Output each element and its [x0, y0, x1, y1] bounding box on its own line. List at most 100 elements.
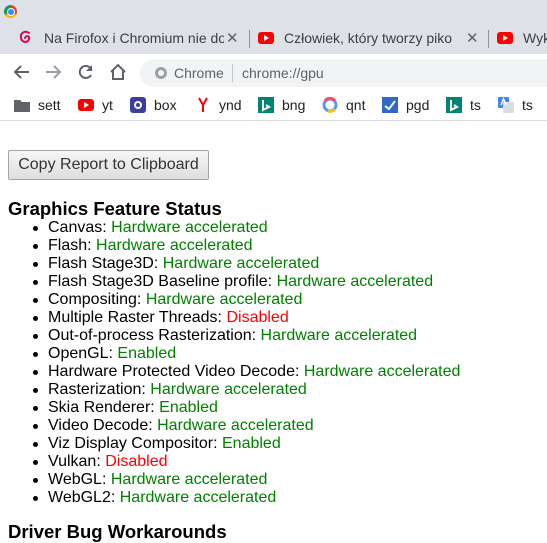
- feature-status: Hardware accelerated: [162, 255, 320, 272]
- feature-item: Vulkan: Disabled: [32, 453, 460, 471]
- feature-name: Canvas:: [48, 219, 107, 236]
- tab-separator: [488, 30, 489, 48]
- bing-icon: [446, 97, 462, 113]
- bookmark-ts[interactable]: ts: [446, 95, 481, 115]
- forward-button[interactable]: [43, 62, 63, 82]
- tab-czlowiek[interactable]: Człowiek, który tworzy piko ✕: [258, 22, 484, 54]
- feature-name: Flash Stage3D Baseline profile:: [48, 273, 273, 290]
- home-button[interactable]: [108, 62, 128, 82]
- feature-status: Hardware accelerated: [111, 219, 268, 236]
- folder-icon: [14, 97, 30, 113]
- feature-item: Flash Stage3D Baseline profile: Hardware…: [32, 273, 460, 291]
- omnibox-separator: [232, 64, 233, 82]
- feature-item: Multiple Raster Threads: Disabled: [32, 309, 460, 327]
- feature-name: Flash:: [48, 237, 92, 254]
- bookmark-label: ynd: [219, 97, 242, 113]
- feature-status: Enabled: [159, 399, 218, 416]
- feature-name: OpenGL:: [48, 345, 113, 362]
- bing-icon: [258, 97, 274, 113]
- title-bar: [0, 0, 547, 22]
- feature-item: Canvas: Hardware accelerated: [32, 219, 460, 237]
- bookmark-label: bng: [282, 97, 306, 113]
- toolbar-divider: [0, 120, 547, 121]
- feature-name: Skia Renderer:: [48, 399, 155, 416]
- feature-item: Flash Stage3D: Hardware accelerated: [32, 255, 460, 273]
- copy-report-button[interactable]: Copy Report to Clipboard: [8, 150, 209, 180]
- feature-item: Out-of-process Rasterization: Hardware a…: [32, 327, 460, 345]
- bookmark-bng[interactable]: bng: [258, 95, 305, 115]
- bookmark-qnt[interactable]: qnt: [322, 95, 365, 115]
- feature-item: Compositing: Hardware accelerated: [32, 291, 460, 309]
- bookmark-label: qnt: [346, 97, 366, 113]
- feature-name: Viz Display Compositor:: [48, 435, 218, 452]
- bookmark-label: box: [154, 97, 177, 113]
- feature-item: Flash: Hardware accelerated: [32, 237, 460, 255]
- tab-firefox-chromium[interactable]: Na Firofox i Chromium nie do ✕: [18, 22, 246, 54]
- debian-icon: [18, 30, 34, 46]
- feature-item: Video Decode: Hardware accelerated: [32, 417, 460, 435]
- feature-name: Multiple Raster Threads:: [48, 309, 222, 326]
- reload-icon: [78, 64, 93, 79]
- feature-status: Hardware accelerated: [119, 489, 277, 506]
- bookmarks-bar: sett yt box ynd bng qnt pgd ts ts: [0, 90, 547, 120]
- feature-item: OpenGL: Enabled: [32, 345, 460, 363]
- reload-button[interactable]: [76, 62, 96, 82]
- bookmark-label: ts: [470, 97, 481, 113]
- feature-item: Viz Display Compositor: Enabled: [32, 435, 460, 453]
- bookmark-label: pgd: [406, 97, 430, 113]
- feature-status: Enabled: [117, 345, 177, 362]
- feature-name: Out-of-process Rasterization:: [48, 327, 257, 344]
- translate-icon: [498, 97, 514, 113]
- feature-status: Hardware accelerated: [157, 417, 314, 434]
- youtube-icon: [78, 97, 94, 113]
- feature-status: Disabled: [105, 453, 168, 470]
- bookmark-label: yt: [102, 97, 113, 113]
- back-arrow-icon: [13, 65, 29, 79]
- bookmark-box[interactable]: box: [130, 95, 177, 115]
- feature-status: Enabled: [222, 435, 281, 452]
- tab-wyk[interactable]: Wyk: [497, 22, 547, 54]
- close-tab-icon[interactable]: ✕: [466, 29, 479, 47]
- feature-name: Vulkan:: [48, 453, 101, 470]
- tab-title: Wyk: [523, 30, 547, 46]
- feature-item: WebGL: Hardware accelerated: [32, 471, 460, 489]
- feature-item: Rasterization: Hardware accelerated: [32, 381, 460, 399]
- feature-status: Hardware accelerated: [260, 327, 418, 344]
- feature-name: Rasterization:: [48, 381, 146, 398]
- feature-item: Hardware Protected Video Decode: Hardwar…: [32, 363, 461, 381]
- bookmark-sett[interactable]: sett: [14, 95, 61, 115]
- youtube-icon: [258, 30, 274, 46]
- tab-strip: Na Firofox i Chromium nie do ✕ Człowiek,…: [0, 22, 547, 54]
- feature-name: WebGL:: [48, 471, 107, 488]
- feature-status: Hardware accelerated: [150, 381, 307, 398]
- feature-item: Skia Renderer: Enabled: [32, 399, 460, 417]
- tab-title: Na Firofox i Chromium nie do: [44, 30, 224, 46]
- section-title: Graphics Feature Status: [8, 198, 222, 219]
- bookmark-pgd[interactable]: pgd: [382, 95, 429, 115]
- bookmark-ynd[interactable]: ynd: [195, 95, 242, 115]
- chrome-icon: [4, 5, 17, 18]
- feature-status: Hardware accelerated: [276, 273, 434, 290]
- omnibox-chip: Chrome: [174, 65, 224, 81]
- bookmark-label: ts: [522, 97, 533, 113]
- feature-name: WebGL2:: [48, 489, 116, 506]
- feature-name: Video Decode:: [48, 417, 153, 434]
- feature-status: Hardware accelerated: [303, 363, 461, 380]
- bookmark-ts-translate[interactable]: ts: [498, 95, 533, 115]
- close-tab-icon[interactable]: ✕: [226, 29, 239, 47]
- yandex-icon: [195, 97, 211, 113]
- bookmark-label: sett: [38, 97, 61, 113]
- youtube-icon: [497, 30, 513, 46]
- bookmark-yt[interactable]: yt: [78, 95, 113, 115]
- feature-status: Hardware accelerated: [96, 237, 253, 254]
- box-icon: [130, 97, 146, 113]
- forward-arrow-icon: [46, 65, 62, 79]
- qwant-icon: [322, 97, 338, 113]
- tab-separator: [249, 30, 250, 48]
- back-button[interactable]: [12, 62, 32, 82]
- pgd-icon: [382, 97, 398, 113]
- feature-name: Compositing:: [48, 291, 142, 308]
- feature-name: Hardware Protected Video Decode:: [48, 363, 300, 380]
- feature-status: Disabled: [226, 309, 289, 326]
- url-text[interactable]: chrome://gpu: [242, 63, 324, 83]
